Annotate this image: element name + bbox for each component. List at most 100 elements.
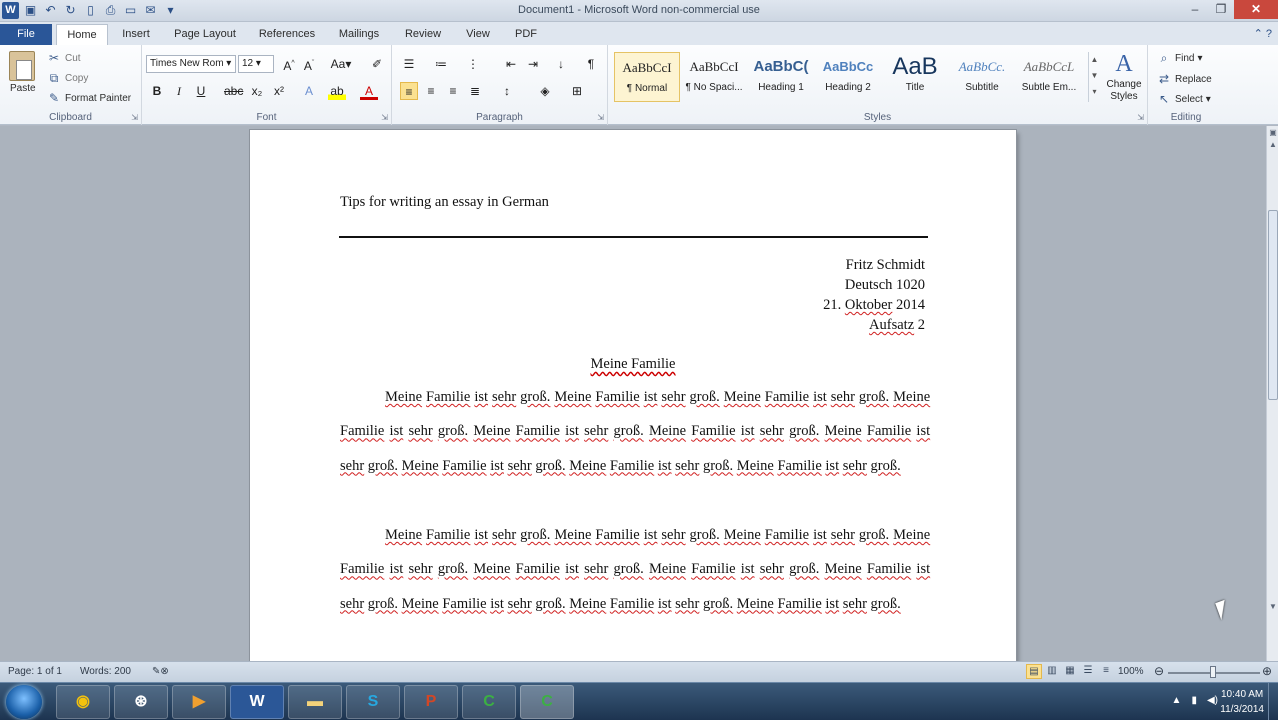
paste-button[interactable]: Paste (10, 83, 36, 94)
superscript-button[interactable]: x² (270, 82, 288, 100)
word-taskbar-icon[interactable]: W (230, 685, 284, 719)
full-screen-reading-icon[interactable]: ▥ (1044, 664, 1060, 679)
scroll-down-icon[interactable]: ▼ (1267, 602, 1278, 611)
ruler-toggle-icon[interactable]: ▣ (1267, 128, 1278, 137)
styles-launcher-icon[interactable]: ⇲ (1137, 113, 1144, 122)
paste-icon[interactable] (9, 51, 35, 81)
vertical-scrollbar[interactable]: ▣ ▲ ▼ (1266, 126, 1278, 661)
align-left-button[interactable]: ≡ (400, 82, 418, 100)
web-layout-icon[interactable]: ▦ (1062, 664, 1078, 679)
paragraph-launcher-icon[interactable]: ⇲ (597, 113, 604, 122)
zoom-in-icon[interactable]: ⊕ (1262, 664, 1272, 678)
volume-icon[interactable]: ◀) (1207, 695, 1218, 706)
draft-view-icon[interactable]: ≡ (1098, 664, 1114, 679)
font-name-select[interactable]: Times New Rom ▾ (146, 55, 236, 73)
explorer-taskbar-icon[interactable]: ▬ (288, 685, 342, 719)
network-icon[interactable]: ▮ (1191, 695, 1197, 706)
select-button[interactable]: ↖ Select ▾ (1156, 92, 1211, 106)
show-desktop-button[interactable] (1268, 683, 1278, 720)
styles-gallery-scroll[interactable]: ▲ ▼ ▾ (1088, 52, 1100, 102)
cut-button[interactable]: ✂ Cut (46, 51, 81, 65)
style-no-spacing[interactable]: AaBbCcI ¶ No Spaci... (681, 52, 747, 102)
bullets-button[interactable]: ☰ (400, 55, 418, 73)
line-spacing-button[interactable]: ↕ (498, 82, 516, 100)
change-case-button[interactable]: Aa▾ (328, 55, 354, 73)
increase-indent-button[interactable]: ⇥ (524, 55, 542, 73)
tab-pdf[interactable]: PDF (508, 24, 544, 45)
format-painter-button[interactable]: ✎ Format Painter (46, 91, 131, 105)
italic-button[interactable]: I (170, 82, 188, 100)
scrollbar-thumb[interactable] (1268, 210, 1278, 400)
change-styles-button[interactable]: A Change Styles (1102, 49, 1146, 103)
clear-formatting-button[interactable]: ✐ (368, 55, 386, 73)
copy-button[interactable]: ⧉ Copy (46, 71, 89, 86)
outline-view-icon[interactable]: ☰ (1080, 664, 1096, 679)
zoom-out-icon[interactable]: ⊖ (1154, 664, 1164, 678)
styles-group-label: Styles (863, 112, 892, 123)
decrease-indent-button[interactable]: ⇤ (502, 55, 520, 73)
clipboard-launcher-icon[interactable]: ⇲ (131, 113, 138, 122)
text-effects-button[interactable]: A (300, 82, 318, 100)
close-button[interactable]: ✕ (1234, 0, 1278, 19)
media-player-taskbar-icon[interactable]: ▶ (172, 685, 226, 719)
align-right-button[interactable]: ≡ (444, 82, 462, 100)
camtasia-studio-taskbar-icon[interactable]: C (520, 685, 574, 719)
font-size-select[interactable]: 12 ▾ (238, 55, 274, 73)
shading-button[interactable]: ◈ (536, 82, 554, 100)
media-center-taskbar-icon[interactable]: ⊛ (114, 685, 168, 719)
tab-mailings[interactable]: Mailings (330, 24, 388, 45)
strikethrough-button[interactable]: abc (224, 82, 243, 100)
style-subtitle[interactable]: AaBbCc. Subtitle (949, 52, 1015, 102)
camtasia-recorder-taskbar-icon[interactable]: C (462, 685, 516, 719)
start-button[interactable] (6, 685, 42, 719)
borders-button[interactable]: ⊞ (568, 82, 586, 100)
word-count[interactable]: Words: 200 (80, 666, 131, 677)
align-center-button[interactable]: ≡ (422, 82, 440, 100)
tray-arrow-icon[interactable]: ▲ (1172, 695, 1182, 706)
skype-taskbar-icon[interactable]: S (346, 685, 400, 719)
minimize-ribbon-icon[interactable]: ⌃ ? (1254, 27, 1272, 40)
style-normal[interactable]: AaBbCcI ¶ Normal (614, 52, 680, 102)
tab-home[interactable]: Home (56, 24, 108, 45)
font-color-button[interactable]: A (360, 82, 378, 100)
underline-button[interactable]: U (192, 82, 210, 100)
page-count[interactable]: Page: 1 of 1 (8, 666, 62, 677)
proofing-icon[interactable]: ✎⊗ (152, 666, 169, 677)
sort-button[interactable]: ↓ (552, 55, 570, 73)
style-subtle-emphasis[interactable]: AaBbCcL Subtle Em... (1016, 52, 1082, 102)
scroll-up-icon[interactable]: ▲ (1267, 140, 1278, 149)
zoom-slider-knob[interactable] (1210, 666, 1216, 678)
style-heading-2[interactable]: AaBbCc Heading 2 (815, 52, 881, 102)
multilevel-list-button[interactable]: ⋮ (464, 55, 482, 73)
document-page[interactable]: Tips for writing an essay in German Frit… (250, 130, 1016, 661)
powerpoint-taskbar-icon[interactable]: P (404, 685, 458, 719)
tab-insert[interactable]: Insert (112, 24, 160, 45)
grow-font-button[interactable]: A^ (280, 55, 298, 73)
essay-word: Meine (723, 389, 761, 405)
minimize-button[interactable]: – (1182, 0, 1208, 19)
essay-word: Familie (426, 527, 471, 543)
chrome-taskbar-icon[interactable]: ◉ (56, 685, 110, 719)
find-button[interactable]: ⌕ Find ▾ (1156, 51, 1203, 66)
tab-file[interactable]: File (0, 24, 52, 45)
tab-view[interactable]: View (458, 24, 498, 45)
shrink-font-button[interactable]: Aˇ (300, 55, 318, 73)
tab-references[interactable]: References (252, 24, 322, 45)
system-clock[interactable]: 10:40 AM 11/3/2014 (1220, 687, 1264, 717)
bold-button[interactable]: B (148, 82, 166, 100)
tab-page-layout[interactable]: Page Layout (168, 24, 242, 45)
maximize-button[interactable]: ❐ (1208, 0, 1234, 19)
show-formatting-button[interactable]: ¶ (582, 55, 600, 73)
style-heading-1[interactable]: AaBbC( Heading 1 (748, 52, 814, 102)
subscript-button[interactable]: x₂ (248, 82, 266, 100)
replace-button[interactable]: ⇄ Replace (1156, 72, 1212, 86)
print-layout-view-icon[interactable]: ▤ (1026, 664, 1042, 679)
highlight-button[interactable]: ab (328, 82, 346, 100)
style-title[interactable]: AaB Title (882, 52, 948, 102)
justify-button[interactable]: ≣ (466, 82, 484, 100)
tab-review[interactable]: Review (398, 24, 448, 45)
numbering-button[interactable]: ≔ (432, 55, 450, 73)
font-launcher-icon[interactable]: ⇲ (381, 113, 388, 122)
editing-group: ⌕ Find ▾ ⇄ Replace ↖ Select ▾ Editing (1148, 45, 1224, 125)
zoom-level[interactable]: 100% (1118, 666, 1144, 677)
